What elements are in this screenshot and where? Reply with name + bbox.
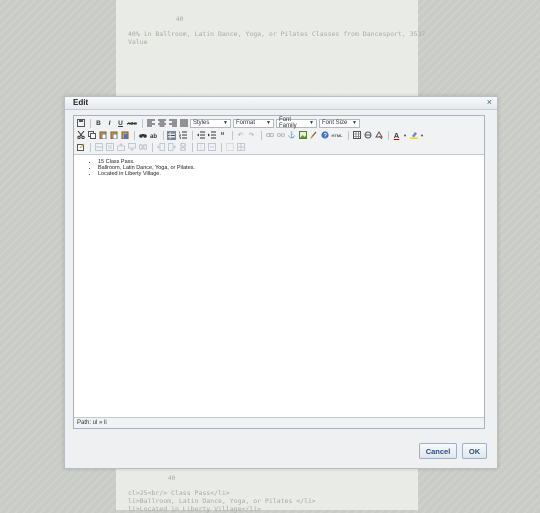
background-small-text: 40 — [168, 475, 176, 482]
svg-text:?: ? — [323, 133, 327, 139]
highlight-color-icon[interactable] — [409, 131, 418, 140]
edit-dialog: Edit × B I U ABC Styles ▼ Format ▼ Font … — [64, 96, 498, 469]
save-icon[interactable] — [76, 119, 85, 128]
format-select-label: Format — [236, 120, 256, 126]
cancel-button[interactable]: Cancel — [419, 443, 457, 459]
align-right-icon[interactable] — [168, 119, 177, 128]
background-text-line: li>Ballroom, Latin Dance, Yoga, or Pilat… — [128, 497, 316, 505]
delete-col-icon[interactable] — [178, 143, 187, 152]
chevron-down-icon: ▼ — [266, 120, 271, 126]
insert-col-after-icon[interactable] — [167, 143, 176, 152]
editor-status-path: Path: ul » li — [74, 417, 484, 428]
toolbar-separator — [232, 130, 233, 140]
ok-button[interactable]: OK — [462, 443, 487, 459]
rich-text-editor: B I U ABC Styles ▼ Format ▼ Font Family ▼ F… — [73, 115, 485, 429]
toolbar-separator — [134, 130, 135, 140]
blockquote-icon[interactable]: “ — [218, 131, 227, 140]
table-icon[interactable] — [352, 131, 361, 140]
image-icon[interactable] — [298, 131, 307, 140]
cleanup-icon[interactable] — [309, 131, 318, 140]
cut-icon[interactable] — [76, 131, 85, 140]
align-justify-icon[interactable] — [179, 119, 188, 128]
toolbar-separator — [348, 130, 349, 140]
toolbar-separator — [192, 130, 193, 140]
link-icon[interactable] — [265, 131, 274, 140]
anchor-icon[interactable]: ⚓ — [287, 131, 296, 140]
editor-content-area[interactable]: 15 Class Pass. Ballroom, Latin Dance, Yo… — [74, 155, 484, 418]
table-cell-props-icon[interactable] — [105, 143, 114, 152]
outdent-icon[interactable] — [196, 131, 205, 140]
remove-format-icon[interactable] — [374, 131, 383, 140]
background-text-line: cl>25<br/> Class Pass</li> — [128, 489, 230, 497]
toolbar-separator — [90, 142, 91, 152]
insert-row-before-icon[interactable] — [116, 143, 125, 152]
bullet-list-icon[interactable] — [167, 130, 176, 140]
paste-text-icon[interactable] — [109, 131, 118, 140]
italic-button[interactable]: I — [105, 119, 114, 128]
toolbar-row-2: ab “ ↶ ↷ ⚓ ? HTML A ▼ ▼ — [76, 129, 426, 141]
chevron-down-icon[interactable]: ▼ — [403, 131, 407, 140]
paste-word-icon[interactable] — [120, 131, 129, 140]
html-source-button[interactable]: HTML — [331, 131, 343, 140]
chevron-down-icon: ▼ — [223, 120, 228, 126]
toolbar-separator — [152, 142, 153, 152]
toolbar-separator — [90, 118, 91, 128]
bold-button[interactable]: B — [94, 119, 103, 128]
font-size-select[interactable]: Font Size ▼ — [319, 118, 360, 128]
chevron-down-icon: ▼ — [309, 120, 314, 126]
toolbar-separator — [142, 118, 143, 128]
font-family-select[interactable]: Font Family ▼ — [276, 117, 317, 129]
font-size-select-label: Font Size — [322, 120, 348, 126]
merge-cells-icon[interactable] — [207, 143, 216, 152]
format-select[interactable]: Format ▼ — [233, 118, 274, 128]
edit-css-icon[interactable] — [76, 143, 85, 152]
table-row-props-icon[interactable] — [94, 143, 103, 152]
indent-icon[interactable] — [207, 131, 216, 140]
styles-select[interactable]: Styles ▼ — [190, 118, 231, 128]
dialog-titlebar[interactable]: Edit × — [65, 97, 497, 110]
toolbar-separator — [261, 130, 262, 140]
unlink-icon[interactable] — [276, 131, 285, 140]
styles-select-label: Styles — [193, 120, 210, 126]
font-family-select-label: Font Family — [279, 117, 297, 129]
toolbar-separator — [221, 142, 222, 152]
toolbar-separator — [192, 142, 193, 152]
toolbar-row-1: B I U ABC Styles ▼ Format ▼ Font Family ▼ F… — [76, 117, 362, 129]
hr-icon[interactable] — [363, 131, 372, 140]
background-text-line: Value — [128, 38, 148, 46]
replace-icon[interactable]: ab — [149, 131, 158, 140]
redo-icon[interactable]: ↷ — [247, 131, 256, 140]
chevron-down-icon: ▼ — [352, 120, 357, 126]
chevron-down-icon[interactable]: ▼ — [420, 131, 424, 140]
align-left-icon[interactable] — [146, 119, 155, 128]
delete-row-icon[interactable] — [138, 143, 147, 152]
background-text-line: 40% in Ballroom, Latin Dance, Yoga, or P… — [128, 30, 426, 38]
strikethrough-button[interactable]: ABC — [127, 119, 137, 128]
bullet-list: 15 Class Pass. Ballroom, Latin Dance, Yo… — [74, 155, 484, 177]
copy-icon[interactable] — [87, 131, 96, 140]
svg-text:ab: ab — [150, 134, 157, 139]
underline-button[interactable]: U — [116, 119, 125, 128]
split-cells-icon[interactable] — [196, 143, 205, 152]
background-text-line: li>Located in Liberty Village</li> — [128, 505, 262, 513]
visual-aid-icon[interactable] — [225, 143, 234, 152]
background-small-text: 40 — [176, 16, 184, 23]
paste-icon[interactable] — [98, 131, 107, 140]
editor-toolbar: B I U ABC Styles ▼ Format ▼ Font Family ▼ F… — [74, 116, 484, 155]
toolbar-separator — [163, 130, 164, 140]
list-item: Located in Liberty Village. — [98, 171, 484, 177]
undo-icon[interactable]: ↶ — [236, 131, 245, 140]
toolbar-row-3 — [76, 141, 247, 153]
numbered-list-icon[interactable] — [178, 131, 187, 140]
text-color-icon[interactable]: A — [392, 131, 401, 140]
close-icon[interactable]: × — [487, 97, 492, 107]
find-icon[interactable] — [138, 131, 147, 140]
toolbar-separator — [388, 130, 389, 140]
help-icon[interactable]: ? — [320, 131, 329, 140]
align-center-icon[interactable] — [157, 119, 166, 128]
table-delete-icon[interactable] — [236, 143, 245, 152]
dialog-title: Edit — [73, 98, 89, 107]
insert-row-after-icon[interactable] — [127, 143, 136, 152]
insert-col-before-icon[interactable] — [156, 143, 165, 152]
